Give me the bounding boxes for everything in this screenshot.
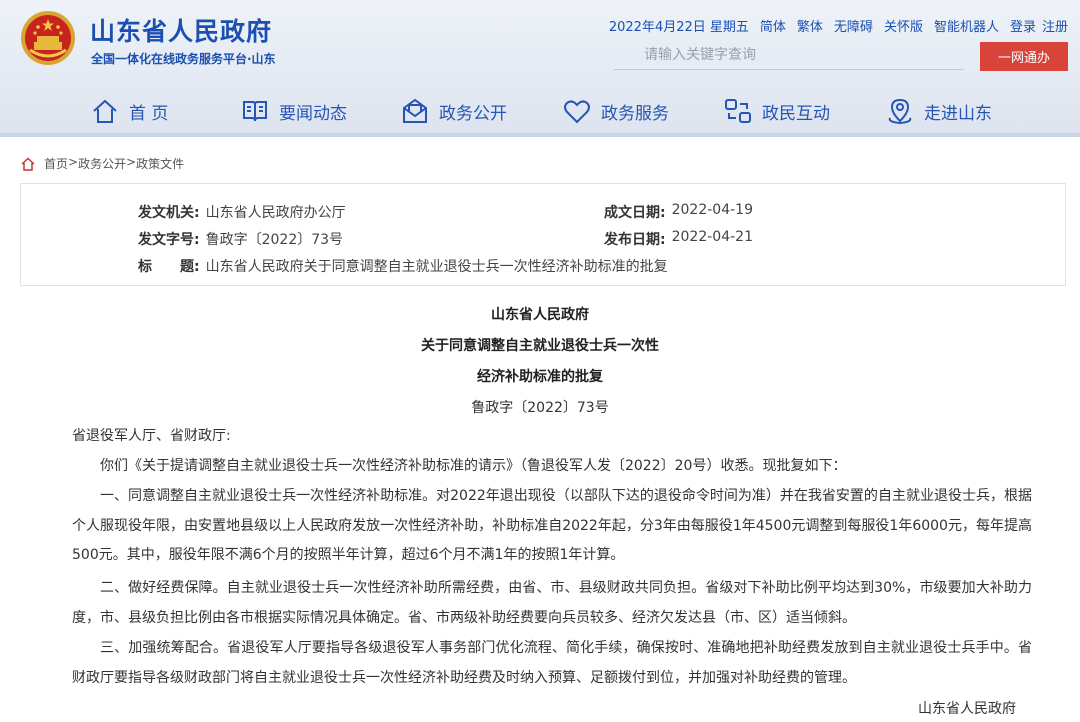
nav-label: 政务公开 [439, 103, 507, 124]
site-title[interactable]: 山东省人民政府 [90, 12, 272, 48]
heart-icon [564, 100, 590, 124]
breadcrumb-separator: > [68, 155, 79, 169]
traditional-link[interactable]: 繁体 [797, 16, 823, 35]
breadcrumb-gov-open[interactable]: 政务公开 [78, 155, 126, 172]
nav-label: 政务服务 [601, 103, 669, 124]
top-links: 2022年4月22日 星期五 简体 繁体 无障碍 关怀版 智能机器人 登录 注册 [609, 16, 1068, 35]
nav-interaction[interactable]: 政民互动 [723, 90, 830, 132]
nav-label: 走进山东 [924, 103, 992, 124]
issuer-value: 山东省人民政府办公厅 [205, 205, 346, 221]
salutation: 省退役军人厅、省财政厅: [72, 428, 231, 444]
paragraph: 你们《关于提请调整自主就业退役士兵一次性经济补助标准的请示》（鲁退役军人发〔20… [100, 458, 847, 474]
published-date-row: 发布日期: 2022-04-21 [604, 229, 753, 249]
docno-label: 发文字号: [138, 232, 200, 248]
nav-news[interactable]: 要闻动态 [240, 90, 347, 132]
nav-shandong[interactable]: 走进山东 [885, 90, 992, 132]
main-nav: 首 页 要闻动态 政务公开 政务服务 政民互动 走进山东 [0, 90, 1080, 132]
home-icon [21, 156, 35, 171]
interaction-icon [725, 99, 751, 123]
nav-gov-service[interactable]: 政务服务 [562, 90, 669, 132]
article-title-line: 经济补助标准的批复 [477, 369, 603, 385]
title-row: 标 题: 山东省人民政府关于同意调整自主就业退役士兵一次性经济补助标准的批复 [138, 256, 668, 276]
paragraph: 三、加强统筹配合。省退役军人厅要指导各级退役军人事务部门优化流程、简化手续，确保… [72, 640, 1032, 686]
robot-link[interactable]: 智能机器人 [934, 16, 999, 35]
yiwang-button[interactable]: 一网通办 [980, 42, 1068, 71]
nav-home[interactable]: 首 页 [90, 90, 168, 132]
site-subtitle: 全国一体化在线政务服务平台·山东 [91, 52, 276, 66]
book-icon [243, 101, 267, 122]
title-label: 标 题: [138, 259, 200, 275]
simplified-link[interactable]: 简体 [760, 16, 786, 35]
docno-value: 鲁政字〔2022〕73号 [205, 232, 344, 248]
docno-row: 发文字号: 鲁政字〔2022〕73号 [138, 229, 343, 249]
breadcrumb: 首页 > 政务公开 > 政策文件 [20, 155, 184, 172]
breadcrumb-separator: > [126, 155, 137, 169]
mail-icon [403, 98, 427, 123]
written-date-label: 成文日期: [604, 205, 666, 221]
national-emblem-icon [21, 11, 75, 65]
breadcrumb-home[interactable]: 首页 [44, 155, 68, 172]
published-date-value: 2022-04-21 [671, 229, 753, 245]
site-header: 山东省人民政府 全国一体化在线政务服务平台·山东 2022年4月22日 星期五 … [0, 0, 1080, 137]
paragraph: 一、同意调整自主就业退役士兵一次性经济补助标准。对2022年退出现役（以部队下达… [72, 488, 1032, 563]
search-input[interactable] [614, 40, 964, 69]
title-value: 山东省人民政府关于同意调整自主就业退役士兵一次性经济补助标准的批复 [205, 259, 668, 275]
issuer-row: 发文机关: 山东省人民政府办公厅 [138, 202, 346, 222]
nav-label: 首 页 [129, 103, 169, 124]
article-title-line: 关于同意调整自主就业退役士兵一次性 [421, 338, 659, 354]
register-link[interactable]: 注册 [1042, 16, 1068, 35]
paragraph: 二、做好经费保障。自主就业退役士兵一次性经济补助所需经费，由省、市、县级财政共同… [72, 580, 1032, 626]
nav-gov-open[interactable]: 政务公开 [400, 90, 507, 132]
date-text: 2022年4月22日 星期五 [608, 20, 749, 35]
nav-label: 政民互动 [762, 103, 830, 124]
written-date-row: 成文日期: 2022-04-19 [604, 202, 753, 222]
written-date-value: 2022-04-19 [671, 202, 753, 218]
login-link[interactable]: 登录 [1010, 16, 1036, 35]
location-icon [888, 98, 912, 125]
search-box [614, 40, 964, 70]
home-icon [93, 99, 117, 123]
nav-label: 要闻动态 [279, 103, 347, 124]
article-doc-number: 鲁政字〔2022〕73号 [471, 400, 609, 416]
accessibility-link[interactable]: 无障碍 [834, 16, 873, 35]
article-title-line: 山东省人民政府 [491, 307, 589, 323]
signature: 山东省人民政府 [918, 701, 1016, 717]
header-divider [0, 133, 1080, 137]
issuer-label: 发文机关: [138, 205, 200, 221]
document-info-box: 发文机关: 山东省人民政府办公厅 成文日期: 2022-04-19 发文字号: … [20, 183, 1066, 286]
breadcrumb-policy-docs[interactable]: 政策文件 [136, 155, 184, 172]
care-mode-link[interactable]: 关怀版 [884, 16, 923, 35]
published-date-label: 发布日期: [604, 232, 666, 248]
